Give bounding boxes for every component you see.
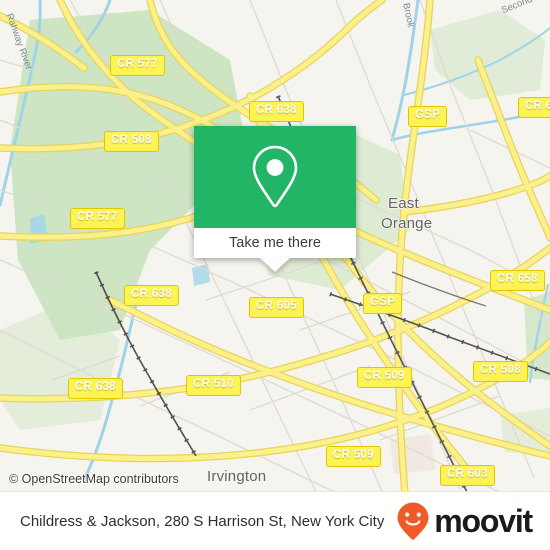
- footer-bar: Childress & Jackson, 280 S Harrison St, …: [0, 491, 550, 550]
- moovit-logo[interactable]: moovit: [396, 501, 540, 541]
- map-canvas[interactable]: EastOrangeIrvington Rahway RiverBrookSec…: [0, 0, 550, 550]
- moovit-pin-icon: [397, 502, 429, 540]
- location-pin-icon: [252, 145, 298, 208]
- shield-gsp-mid: GSP: [363, 293, 403, 314]
- osm-attribution[interactable]: © OpenStreetMap contributors: [9, 472, 179, 486]
- shield-cr-509-bot: CR 509: [326, 446, 381, 467]
- shield-cr-577-left: CR 577: [70, 208, 125, 229]
- take-me-there-label: Take me there: [229, 235, 321, 251]
- shield-cr-577-top: CR 577: [110, 55, 165, 76]
- take-me-there-button[interactable]: Take me there: [194, 228, 356, 258]
- shield-cr-638-bot: CR 638: [68, 378, 123, 399]
- moovit-wordmark: moovit: [434, 503, 533, 539]
- shield-cr-605: CR 605: [249, 297, 304, 318]
- shield-cr-603: CR 603: [440, 465, 495, 486]
- shield-cr-508-top: CR 508: [104, 131, 159, 152]
- shield-cr-6-right: CR 6: [518, 97, 550, 118]
- take-me-there-card[interactable]: Take me there: [194, 126, 356, 272]
- shield-cr-509-mid: CR 509: [357, 367, 412, 388]
- map-screenshot: EastOrangeIrvington Rahway RiverBrookSec…: [0, 0, 550, 550]
- shield-cr-510: CR 510: [186, 375, 241, 396]
- shield-cr-508-right: CR 508: [473, 361, 528, 382]
- shield-gsp-top: GSP: [408, 106, 448, 127]
- location-title: Childress & Jackson, 280 S Harrison St, …: [20, 512, 385, 530]
- card-header: [194, 126, 356, 228]
- shield-cr-638-top: CR 638: [249, 101, 304, 122]
- shield-cr-658: CR 658: [490, 270, 545, 291]
- card-pointer-tail: [260, 258, 290, 272]
- shield-cr-638-mid: CR 638: [124, 285, 179, 306]
